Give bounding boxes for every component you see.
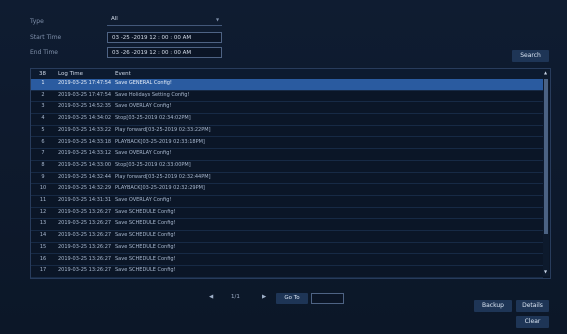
type-select[interactable]: All [107,14,222,25]
type-select-underline [107,25,222,26]
row-log-time: 2019-03-25 13:26:27 [58,208,112,215]
table-row[interactable]: 14 2019-03-25 13:26:27 Save SCHEDULE Confi… [31,231,543,243]
table-row[interactable]: 5 2019-03-25 14:33:22 Play forward[03-25-2… [31,126,543,138]
row-event: Save SCHEDULE Config! [115,232,176,239]
row-log-time: 2019-03-25 14:33:12 [58,150,112,157]
row-log-time: 2019-03-25 13:26:27 [58,267,112,274]
table-row[interactable]: 10 2019-03-25 14:32:29 PLAYBACK[03-25-2019… [31,184,543,196]
row-log-time: 2019-03-25 13:26:27 [58,232,112,239]
table-row[interactable]: 15 2019-03-25 13:26:27 Save SCHEDULE Confi… [31,243,543,255]
next-page-icon[interactable]: ▶ [262,294,266,300]
row-event: Save SCHEDULE Config! [115,220,176,227]
clear-button[interactable]: Clear [516,316,549,328]
row-number: 15 [39,243,47,250]
row-number: 16 [39,255,47,262]
header-log-time: Log Time [58,71,84,77]
row-event: Save SCHEDULE Config! [115,208,176,215]
row-number: 5 [41,126,45,133]
row-number: 10 [39,185,47,192]
goto-button[interactable]: Go To [276,293,308,304]
goto-page-input[interactable] [311,293,344,304]
prev-page-icon[interactable]: ◀ [209,294,213,300]
row-log-time: 2019-03-25 14:31:31 [58,197,112,203]
row-event: Save SCHEDULE Config! [115,267,176,274]
row-event: Play forward[03-25-2019 02:32:44PM] [115,173,211,180]
start-time-field[interactable]: 03 -25 -2019 12 : 00 : 00 AM [107,32,222,43]
table-row[interactable]: 2 2019-03-25 17:47:54 Save Holidays Settin… [31,91,543,103]
row-log-time: 2019-03-25 13:26:27 [58,255,112,262]
row-log-time: 2019-03-25 14:32:29 [58,185,112,192]
row-number: 4 [41,115,45,122]
scrollbar[interactable]: ▲ ▼ [543,69,549,276]
table-row[interactable]: 1 2019-03-25 17:47:54 Save GENERAL Config! [31,79,543,91]
table-row[interactable]: 8 2019-03-25 14:33:00 Stop[03-25-2019 02:3… [31,161,543,173]
row-number: 6 [41,138,45,145]
search-button[interactable]: Search [512,50,549,62]
table-row[interactable]: 16 2019-03-25 13:26:27 Save SCHEDULE Confi… [31,255,543,267]
row-event: Save Holidays Setting Config! [115,91,190,98]
row-event: Save OVERLAY Config! [115,150,172,157]
row-event: Stop[03-25-2019 02:33:00PM] [115,161,191,168]
chevron-down-icon[interactable]: ▼ [216,17,219,22]
row-number: 14 [39,232,47,239]
row-log-time: 2019-03-25 13:26:27 [58,220,112,227]
end-time-label: End Time [30,49,58,56]
row-event: Save OVERLAY Config! [115,197,172,203]
log-table: 38 Log Time Event 1 2019-03-25 17:47:54 Sa… [30,68,551,279]
table-row[interactable]: 9 2019-03-25 14:32:44 Play forward[03-25-2… [31,173,543,185]
row-log-time: 2019-03-25 14:32:44 [58,173,112,180]
row-event: PLAYBACK[03-25-2019 02:32:29PM] [115,185,205,192]
row-number: 2 [41,91,45,98]
row-event: Save SCHEDULE Config! [115,243,176,250]
row-log-time: 2019-03-25 14:33:00 [58,161,112,168]
row-number: 17 [39,267,47,274]
table-row[interactable]: 4 2019-03-25 14:34:02 Stop[03-25-2019 02:3… [31,114,543,126]
row-event: Stop[03-25-2019 02:34:02PM] [115,115,191,122]
header-event: Event [115,71,131,77]
row-event: Save SCHEDULE Config! [115,255,176,262]
row-log-time: 2019-03-25 14:34:02 [58,115,112,122]
type-label: Type [30,18,44,25]
row-event: Save OVERLAY Config! [115,103,172,110]
row-log-time: 2019-03-25 14:33:18 [58,138,112,145]
scroll-up-icon[interactable]: ▲ [544,70,547,75]
end-time-field[interactable]: 03 -26 -2019 12 : 00 : 00 AM [107,47,222,58]
row-log-time: 2019-03-25 14:33:22 [58,126,112,133]
backup-button[interactable]: Backup [474,300,512,312]
row-log-time: 2019-03-25 17:47:54 [58,80,112,86]
table-header: 38 Log Time Event [31,69,550,79]
header-count: 38 [39,71,46,77]
row-number: 3 [41,103,45,110]
table-row[interactable]: 3 2019-03-25 14:52:35 Save OVERLAY Config! [31,102,543,115]
scrollbar-thumb[interactable] [544,79,548,234]
row-event: Play forward[03-25-2019 02:33:22PM] [115,126,211,133]
row-log-time: 2019-03-25 13:26:27 [58,243,112,250]
table-row[interactable]: 13 2019-03-25 13:26:27 Save SCHEDULE Confi… [31,219,543,232]
table-row[interactable]: 6 2019-03-25 14:33:18 PLAYBACK[03-25-2019 … [31,138,543,150]
row-event: Save GENERAL Config! [115,80,172,86]
row-number: 11 [39,197,47,203]
table-row[interactable]: 11 2019-03-25 14:31:31 Save OVERLAY Config… [31,196,543,208]
log-panel: Type All ▼ Start Time 03 -25 -2019 12 : … [0,0,567,334]
table-row[interactable]: 7 2019-03-25 14:33:12 Save OVERLAY Config! [31,149,543,161]
table-row[interactable]: 17 2019-03-25 13:26:27 Save SCHEDULE Confi… [31,266,543,278]
row-number: 1 [41,80,45,86]
start-time-label: Start Time [30,34,62,41]
row-number: 9 [41,173,45,180]
details-button[interactable]: Details [516,300,549,312]
table-row[interactable]: 12 2019-03-25 13:26:27 Save SCHEDULE Confi… [31,208,543,220]
row-number: 13 [39,220,47,227]
page-indicator: 1/1 [231,294,240,300]
row-number: 7 [41,150,45,157]
row-number: 12 [39,208,47,215]
row-log-time: 2019-03-25 14:52:35 [58,103,112,110]
row-event: PLAYBACK[03-25-2019 02:33:18PM] [115,138,205,145]
row-log-time: 2019-03-25 17:47:54 [58,91,112,98]
row-number: 8 [41,161,45,168]
scroll-down-icon[interactable]: ▼ [544,269,547,274]
